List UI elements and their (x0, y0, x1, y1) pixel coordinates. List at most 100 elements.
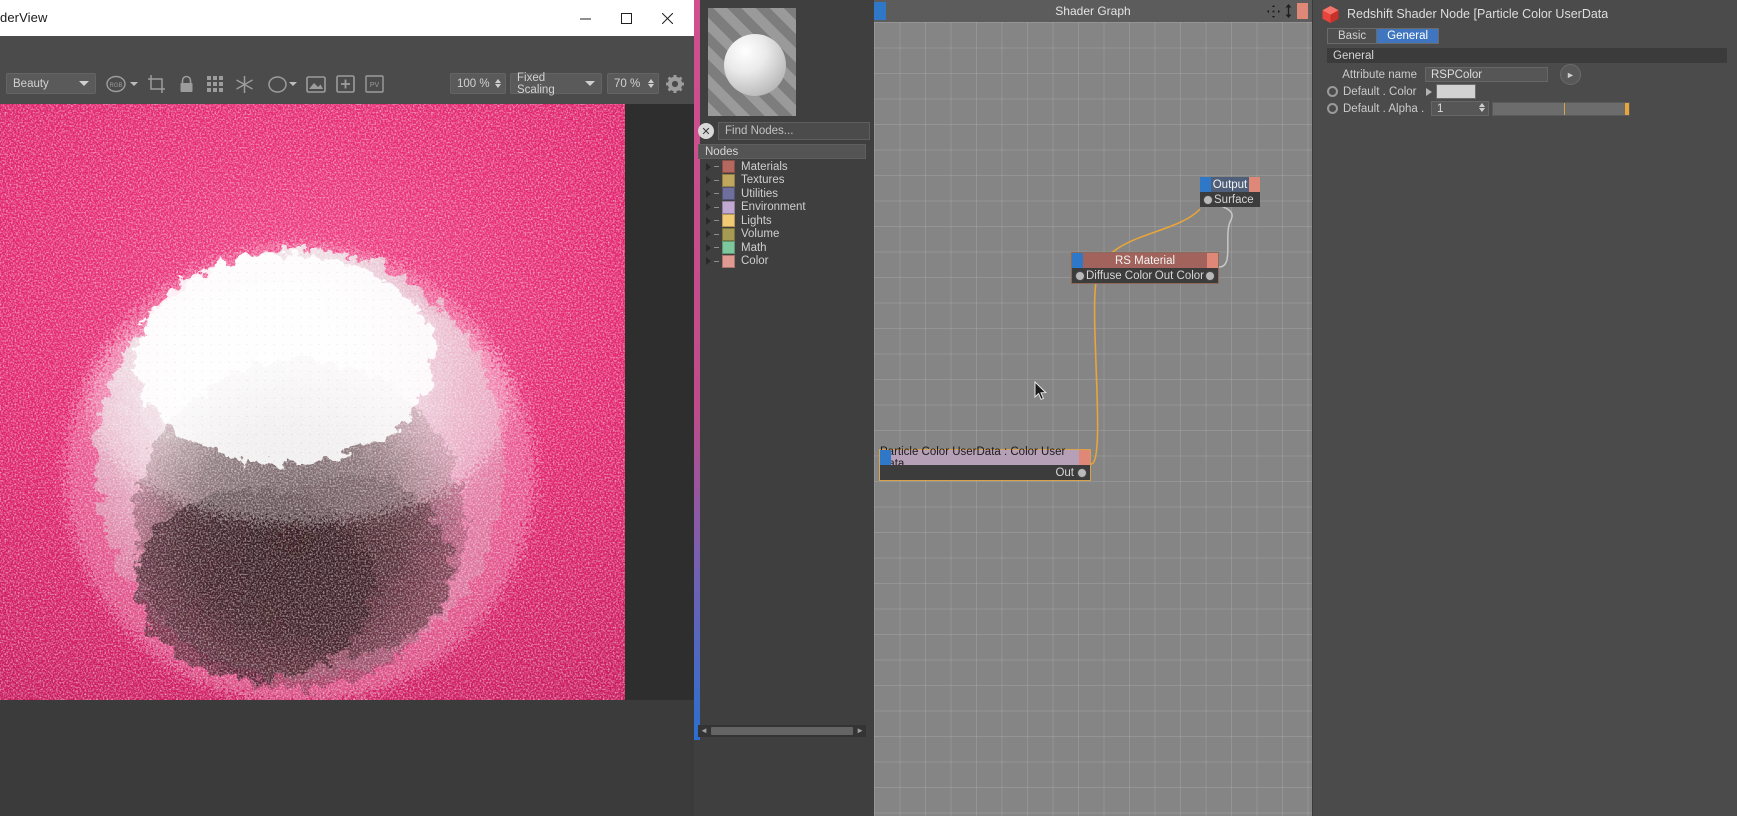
rgb-icon[interactable]: RGB (105, 73, 127, 95)
slider-knob[interactable] (1625, 103, 1629, 115)
default-alpha-radio[interactable] (1327, 103, 1338, 114)
pv-icon[interactable]: PV (363, 73, 385, 95)
tree-item-math[interactable]: Math (698, 241, 866, 255)
move-icon[interactable] (1267, 5, 1280, 18)
close-glyph (662, 13, 673, 24)
node-rs-material[interactable]: RS Material Diffuse Color Out Color (1071, 252, 1219, 284)
attribute-manager-panel: Redshift Shader Node [Particle Color Use… (1312, 0, 1737, 816)
tree-item-label: Materials (741, 161, 788, 173)
node-particle-color-userdata[interactable]: Particle Color UserData : Color User Dat… (879, 449, 1091, 481)
window-title: derView (0, 10, 47, 25)
scroll-right-icon[interactable]: ► (856, 727, 864, 735)
close-icon[interactable] (644, 0, 690, 36)
snowflake-icon[interactable] (233, 73, 255, 95)
node-rs-material-title[interactable]: RS Material (1072, 253, 1218, 268)
maximize-icon[interactable] (603, 0, 649, 36)
expand-triangle-icon[interactable] (706, 203, 711, 211)
render-view-titlebar[interactable]: derView (0, 0, 694, 36)
node-particle-color-userdata-ports[interactable]: Out (880, 465, 1090, 480)
node-output-port-label: Surface (1214, 194, 1254, 206)
gear-glyph (665, 74, 685, 94)
scale-stepper[interactable]: 70 % (607, 73, 659, 94)
attribute-manager-tabs: Basic General (1327, 28, 1439, 44)
expand-triangle-icon[interactable] (706, 230, 711, 238)
tree-item-lights[interactable]: Lights (698, 214, 866, 228)
node-particle-out-label: Out (1055, 467, 1074, 479)
default-color-swatch[interactable] (1436, 84, 1476, 99)
shader-graph-titlebar[interactable]: Shader Graph (874, 0, 1312, 22)
rendered-image[interactable] (0, 104, 625, 700)
port-surface-input[interactable] (1203, 195, 1213, 205)
render-view-canvas[interactable] (0, 104, 694, 816)
attribute-name-row: Attribute name RSPColor ► (1327, 66, 1727, 83)
tree-item-color[interactable]: Color (698, 255, 866, 269)
image-icon[interactable] (305, 73, 327, 95)
node-particle-color-userdata-title[interactable]: Particle Color UserData : Color User Dat… (880, 450, 1090, 465)
scroll-left-icon[interactable]: ◄ (700, 727, 708, 735)
port-diffuse-color-input[interactable] (1075, 271, 1085, 281)
clear-search-icon[interactable]: ✕ (698, 123, 714, 139)
nodes-tree[interactable]: Materials Textures Utilities Environment (698, 160, 866, 720)
attribute-name-label: Attribute name (1327, 69, 1417, 81)
port-out-output[interactable] (1077, 468, 1087, 478)
expand-triangle-icon[interactable] (706, 257, 711, 265)
tree-item-utilities[interactable]: Utilities (698, 187, 866, 201)
maximize-glyph (621, 13, 632, 24)
expand-triangle-icon[interactable] (706, 217, 711, 225)
find-nodes-input[interactable]: Find Nodes... (718, 122, 870, 140)
expand-triangle-icon[interactable] (706, 163, 711, 171)
default-alpha-slider[interactable] (1492, 102, 1630, 116)
expand-triangle-icon[interactable] (706, 176, 711, 184)
lock-icon[interactable] (175, 73, 197, 95)
scaling-mode-select[interactable]: Fixed Scaling (510, 73, 602, 94)
zoom-stepper[interactable]: 100 % (450, 73, 506, 94)
add-image-icon[interactable] (334, 73, 356, 95)
node-output-ports[interactable]: Surface (1200, 192, 1260, 207)
node-rs-material-title-label: RS Material (1115, 255, 1175, 267)
node-input-cap-icon (1200, 177, 1211, 192)
category-color-swatch (722, 241, 735, 254)
expand-triangle-icon[interactable] (706, 190, 711, 198)
default-alpha-input[interactable]: 1 (1431, 101, 1489, 116)
tab-basic[interactable]: Basic (1327, 28, 1376, 44)
horizontal-scrollbar[interactable]: ◄ ► (698, 725, 866, 737)
expand-color-triangle-icon[interactable] (1426, 88, 1432, 96)
node-output-title[interactable]: Output (1200, 177, 1260, 192)
rgb-dropdown-icon[interactable] (130, 82, 138, 86)
attribute-name-input[interactable]: RSPColor (1425, 67, 1548, 82)
svg-text:RGB: RGB (109, 83, 122, 89)
material-preview[interactable] (708, 8, 796, 116)
circle-dropdown-icon[interactable] (289, 82, 297, 86)
resize-icon[interactable] (1283, 4, 1294, 18)
tree-dash-icon (714, 261, 719, 262)
node-output[interactable]: Output Surface (1200, 177, 1260, 207)
attribute-name-picker-button[interactable]: ► (1560, 64, 1581, 85)
minimize-icon[interactable] (562, 0, 608, 36)
default-color-row: Default . Color (1327, 83, 1727, 100)
grid-icon[interactable] (204, 73, 226, 95)
zoom-spinner-icon[interactable] (495, 79, 501, 88)
canvas-padding-right (625, 104, 694, 700)
tree-item-volume[interactable]: Volume (698, 228, 866, 242)
crop-icon[interactable] (145, 73, 167, 95)
gear-icon[interactable] (664, 73, 686, 95)
circle-glyph (267, 75, 288, 94)
expand-triangle-icon[interactable] (706, 244, 711, 252)
default-color-radio[interactable] (1327, 86, 1338, 97)
node-rs-material-ports[interactable]: Diffuse Color Out Color (1072, 268, 1218, 283)
channel-select[interactable]: Beauty (6, 73, 96, 94)
add-image-glyph (336, 75, 355, 93)
default-alpha-spinner-icon[interactable] (1479, 103, 1485, 112)
port-out-color-output[interactable] (1205, 271, 1215, 281)
tree-item-textures[interactable]: Textures (698, 174, 866, 188)
circle-icon[interactable] (266, 73, 288, 95)
shader-graph-canvas[interactable]: Output Surface RS Material Diffuse Colo (874, 22, 1312, 816)
panel-close-marker[interactable] (1297, 3, 1308, 19)
tab-general[interactable]: General (1376, 28, 1439, 44)
tree-item-materials[interactable]: Materials (698, 160, 866, 174)
tree-item-environment[interactable]: Environment (698, 201, 866, 215)
render-view-menubar[interactable] (0, 36, 694, 65)
scale-spinner-icon[interactable] (648, 79, 654, 88)
node-output-cap-icon (1249, 177, 1260, 192)
scrollbar-thumb[interactable] (711, 727, 853, 735)
